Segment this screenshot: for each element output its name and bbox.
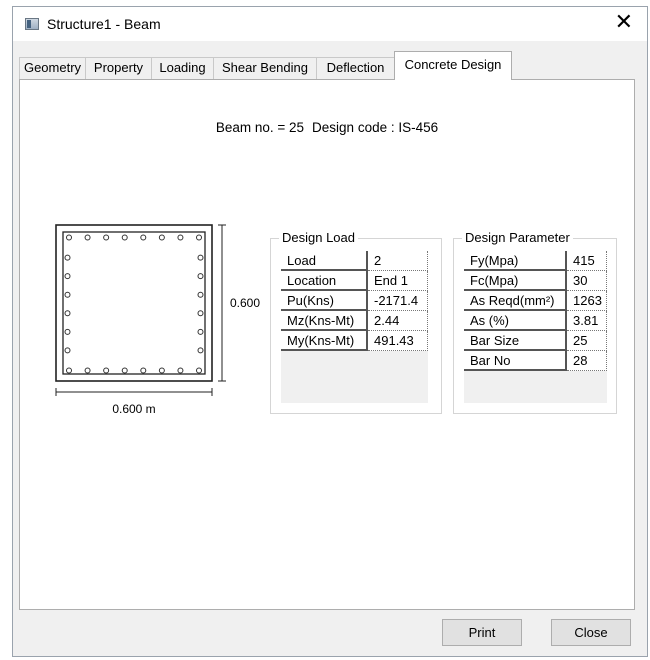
row-label: Bar Size	[464, 331, 567, 351]
rebar-mark	[103, 234, 110, 241]
row-value: 1263	[567, 291, 607, 311]
rebar-mark	[158, 234, 165, 241]
rebar-group	[64, 234, 204, 374]
design-parameter-table: Fy(Mpa) 415 Fc(Mpa) 30 As Reqd(mm²) 1263 As…	[464, 251, 607, 403]
design-load-table: Load 2 Location End 1 Pu(Kns) -2171.4 Mz(Kn…	[281, 251, 428, 403]
design-load-row: Load 2	[281, 251, 428, 271]
row-value: 3.81	[567, 311, 607, 331]
rebar-mark	[66, 367, 72, 374]
rebar-mark	[197, 310, 204, 317]
rebar-mark	[121, 367, 128, 374]
rebar-mark	[64, 291, 71, 298]
design-parameter-row: Fc(Mpa) 30	[464, 271, 607, 291]
tab-loading[interactable]: Loading	[151, 57, 214, 79]
tab-shear-bending[interactable]: Shear Bending	[213, 57, 317, 79]
design-parameter-row: Bar Size 25	[464, 331, 607, 351]
design-load-row: Location End 1	[281, 271, 428, 291]
rebar-mark	[103, 367, 110, 374]
rebar-mark	[140, 234, 147, 241]
rebar-mark	[197, 347, 204, 354]
rebar-mark	[64, 310, 71, 317]
row-label: As (%)	[464, 311, 567, 331]
row-value: 491.43	[368, 331, 428, 351]
design-parameter-row: Fy(Mpa) 415	[464, 251, 607, 271]
design-code: Design code : IS-456	[312, 120, 439, 135]
rebar-mark	[64, 347, 71, 354]
row-label: Load	[281, 251, 368, 271]
row-label: Pu(Kns)	[281, 291, 368, 311]
close-button[interactable]: Close	[551, 619, 631, 646]
close-icon[interactable]: ✕	[615, 11, 633, 35]
tab-geometry[interactable]: Geometry	[19, 57, 86, 79]
rebar-mark	[177, 234, 184, 241]
rebar-mark	[177, 367, 184, 374]
tab-concrete-design[interactable]: Concrete Design	[394, 51, 512, 80]
row-label: Fy(Mpa)	[464, 251, 567, 271]
design-load-row: My(Kns-Mt) 491.43	[281, 331, 428, 351]
design-parameter-row: Bar No 28	[464, 351, 607, 371]
design-load-row: Mz(Kns-Mt) 2.44	[281, 311, 428, 331]
concrete-design-panel: Beam no. = 25 Design code : IS-456 0.600 …	[19, 79, 635, 610]
app-icon	[25, 18, 39, 30]
row-value: 28	[567, 351, 607, 371]
row-label: Bar No	[464, 351, 567, 371]
design-parameter-row: As Reqd(mm²) 1263	[464, 291, 607, 311]
row-label: Location	[281, 271, 368, 291]
rebar-mark	[197, 273, 204, 280]
rebar-mark	[140, 367, 147, 374]
row-value: 415	[567, 251, 607, 271]
rebar-mark	[66, 234, 72, 241]
row-value: 2.44	[368, 311, 428, 331]
tab-property[interactable]: Property	[85, 57, 152, 79]
rebar-mark	[197, 328, 204, 335]
rebar-mark	[158, 367, 165, 374]
design-load-group: Design Load Load 2 Location End 1 Pu(Kns) -…	[270, 230, 442, 414]
depth-dimension-label: 0.600	[230, 296, 260, 310]
row-value: End 1	[368, 271, 428, 291]
row-value: 30	[567, 271, 607, 291]
design-load-row: Pu(Kns) -2171.4	[281, 291, 428, 311]
rebar-mark	[197, 254, 204, 261]
window-title: Structure1 - Beam	[47, 16, 161, 32]
rebar-mark	[64, 328, 71, 335]
width-dimension-label: 0.600 m	[112, 402, 155, 416]
row-label: Mz(Kns-Mt)	[281, 311, 368, 331]
title-bar: Structure1 - Beam ✕	[13, 7, 647, 41]
rebar-mark	[64, 254, 71, 261]
rebar-mark	[196, 234, 202, 241]
beam-number: Beam no. = 25	[215, 120, 305, 135]
beam-info-line: Beam no. = 25 Design code : IS-456	[20, 120, 634, 135]
design-parameter-row: As (%) 3.81	[464, 311, 607, 331]
tab-deflection[interactable]: Deflection	[316, 57, 395, 79]
rebar-mark	[84, 367, 91, 374]
row-value: 25	[567, 331, 607, 351]
row-label: As Reqd(mm²)	[464, 291, 567, 311]
rebar-mark	[121, 234, 128, 241]
design-parameter-group: Design Parameter Fy(Mpa) 415 Fc(Mpa) 30 As…	[453, 230, 617, 414]
row-label: Fc(Mpa)	[464, 271, 567, 291]
beam-dialog-window: Structure1 - Beam ✕ Geometry Property Lo…	[12, 6, 648, 657]
rebar-mark	[84, 234, 91, 241]
row-value: 2	[368, 251, 428, 271]
design-load-title: Design Load	[279, 230, 358, 245]
row-label: My(Kns-Mt)	[281, 331, 368, 351]
rebar-mark	[196, 367, 202, 374]
design-parameter-title: Design Parameter	[462, 230, 573, 245]
rebar-mark	[64, 273, 71, 280]
rebar-mark	[197, 291, 204, 298]
row-value: -2171.4	[368, 291, 428, 311]
beam-cross-section-diagram: 0.600 0.600 m	[55, 224, 260, 416]
print-button[interactable]: Print	[442, 619, 522, 646]
